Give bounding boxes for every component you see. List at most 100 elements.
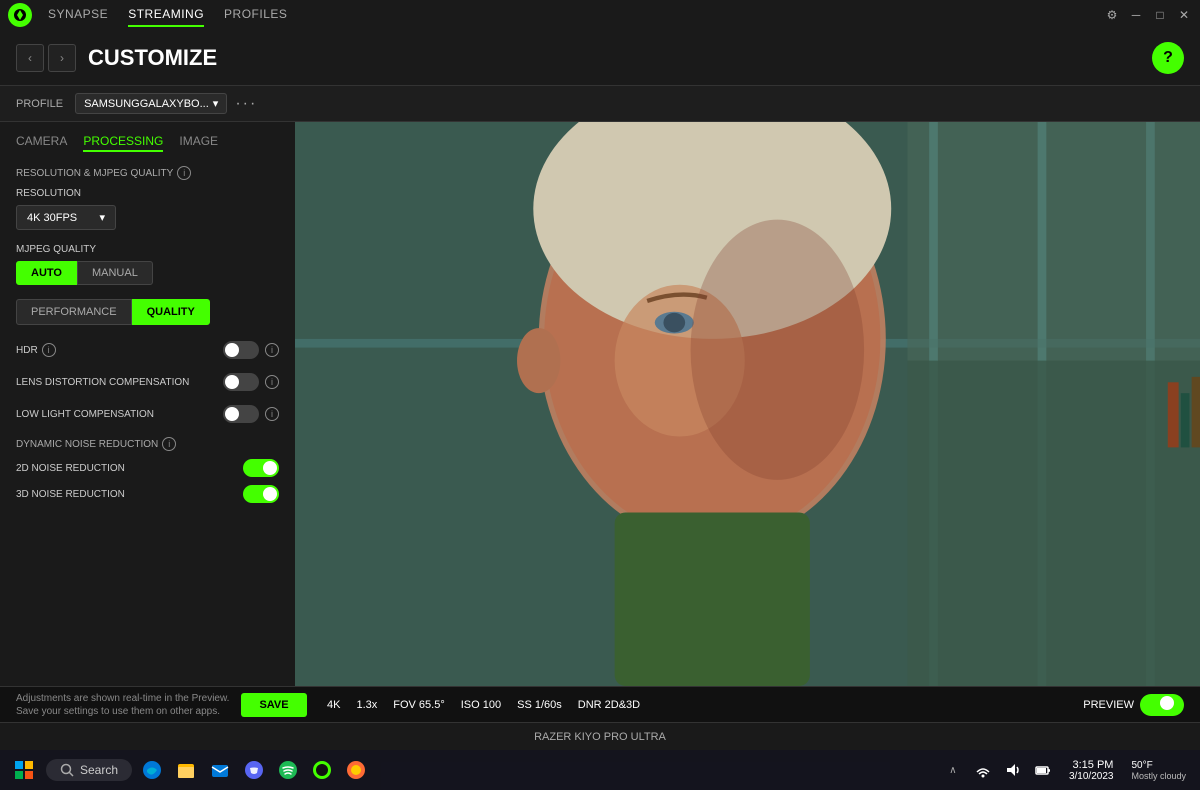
quality-button[interactable]: QUALITY	[132, 299, 210, 325]
taskbar-spotify-icon[interactable]	[274, 756, 302, 784]
low-light-toggle-row: i	[223, 405, 279, 423]
dnr-3d-row: 3D NOISE REDUCTION	[16, 485, 279, 503]
tab-processing[interactable]: PROCESSING	[83, 134, 163, 152]
mjpeg-toggle-group: AUTO MANUAL	[16, 261, 279, 285]
lens-distortion-label: LENS DISTORTION COMPENSATION	[16, 377, 189, 388]
save-button[interactable]: SAVE	[241, 693, 306, 717]
camera-name-bar: RAZER KIYO PRO ULTRA	[0, 722, 1200, 750]
nav-streaming[interactable]: STREAMING	[128, 3, 204, 27]
preview-toggle[interactable]	[1140, 694, 1184, 716]
weather-temp: 50°F	[1131, 760, 1186, 771]
dnr-label: DYNAMIC NOISE REDUCTION i	[16, 437, 279, 451]
lens-distortion-info-icon[interactable]: i	[265, 375, 279, 389]
low-light-row: LOW LIGHT COMPENSATION i	[16, 405, 279, 423]
preview-svg	[295, 122, 1200, 686]
hdr-toggle-row: i	[223, 341, 279, 359]
taskbar-search[interactable]: Search	[46, 759, 132, 781]
stat-iso: ISO 100	[461, 699, 501, 711]
tab-camera[interactable]: CAMERA	[16, 134, 67, 152]
clock-date: 3/10/2023	[1069, 771, 1114, 782]
performance-button[interactable]: PERFORMANCE	[16, 299, 132, 325]
taskbar-right: ∧ 3:15 PM 3/10/2023 50°F Mostly cloudy	[939, 756, 1192, 784]
clock-time: 3:15 PM	[1069, 759, 1114, 771]
maximize-icon[interactable]: □	[1152, 7, 1168, 23]
taskbar: Search ∧ 3:15	[0, 750, 1200, 790]
chevron-down-icon: ▾	[99, 211, 105, 224]
taskbar-discord-icon[interactable]	[240, 756, 268, 784]
lens-distortion-toggle-row: i	[223, 373, 279, 391]
speaker-icon[interactable]	[999, 756, 1027, 784]
stat-dnr: DNR 2D&3D	[578, 699, 640, 711]
hdr-help-icon[interactable]: i	[265, 343, 279, 357]
profile-dropdown[interactable]: SAMSUNGGALAXYBO... ▾	[75, 93, 227, 114]
profile-name: SAMSUNGGALAXYBO...	[84, 98, 209, 110]
hdr-label: HDR i	[16, 343, 56, 357]
chevron-down-icon: ▾	[213, 97, 219, 110]
help-button[interactable]: ?	[1152, 42, 1184, 74]
dnr-3d-toggle[interactable]	[243, 485, 279, 503]
dnr-2d-toggle[interactable]	[243, 459, 279, 477]
resolution-dropdown[interactable]: 4K 30FPS ▾	[16, 205, 116, 230]
search-text: Search	[80, 763, 118, 777]
low-light-label: LOW LIGHT COMPENSATION	[16, 409, 154, 420]
taskbar-browser-icon[interactable]	[342, 756, 370, 784]
close-icon[interactable]: ✕	[1176, 7, 1192, 23]
header-bar: ‹ › CUSTOMIZE ?	[0, 30, 1200, 86]
hdr-toggle[interactable]	[223, 341, 259, 359]
section-tabs: CAMERA PROCESSING IMAGE	[16, 134, 279, 152]
dnr-2d-row: 2D NOISE REDUCTION	[16, 459, 279, 477]
dnr-info-icon[interactable]: i	[162, 437, 176, 451]
low-light-toggle[interactable]	[223, 405, 259, 423]
nav-arrows: ‹ ›	[16, 44, 76, 72]
page-title: CUSTOMIZE	[88, 45, 1152, 71]
preview-label-row: PREVIEW	[1083, 694, 1184, 716]
back-button[interactable]: ‹	[16, 44, 44, 72]
mjpeg-auto-button[interactable]: AUTO	[16, 261, 77, 285]
taskbar-edge-icon[interactable]	[138, 756, 166, 784]
mjpeg-sub-label: MJPEG QUALITY	[16, 244, 279, 255]
battery-icon[interactable]	[1029, 756, 1057, 784]
stat-resolution: 4K	[327, 699, 340, 711]
window-controls: ⚙ ─ □ ✕	[1104, 7, 1192, 23]
stat-zoom: 1.3x	[356, 699, 377, 711]
forward-button[interactable]: ›	[48, 44, 76, 72]
lens-distortion-row: LENS DISTORTION COMPENSATION i	[16, 373, 279, 391]
hdr-row: HDR i i	[16, 341, 279, 359]
profile-bar: PROFILE SAMSUNGGALAXYBO... ▾ ···	[0, 86, 1200, 122]
camera-preview	[295, 122, 1200, 686]
bottom-left: Adjustments are shown real-time in the P…	[16, 692, 311, 718]
bottom-info-text: Adjustments are shown real-time in the P…	[16, 692, 229, 718]
perf-quality-row: PERFORMANCE QUALITY	[16, 299, 279, 325]
preview-text: PREVIEW	[1083, 699, 1134, 711]
network-icon[interactable]	[969, 756, 997, 784]
main-layout: CAMERA PROCESSING IMAGE RESOLUTION & MJP…	[0, 122, 1200, 686]
weather-widget[interactable]: 50°F Mostly cloudy	[1125, 760, 1192, 781]
clock[interactable]: 3:15 PM 3/10/2023	[1061, 759, 1122, 782]
dnr-section: DYNAMIC NOISE REDUCTION i 2D NOISE REDUC…	[16, 437, 279, 503]
minimize-icon[interactable]: ─	[1128, 7, 1144, 23]
taskbar-mail-icon[interactable]	[206, 756, 234, 784]
taskbar-razer-icon[interactable]	[308, 756, 336, 784]
camera-name: RAZER KIYO PRO ULTRA	[534, 731, 666, 743]
low-light-info-icon[interactable]: i	[265, 407, 279, 421]
nav-synapse[interactable]: SYNAPSE	[48, 3, 108, 27]
mjpeg-manual-button[interactable]: MANUAL	[77, 261, 153, 285]
start-button[interactable]	[8, 754, 40, 786]
tray-chevron[interactable]: ∧	[939, 756, 967, 784]
info-line-1: Adjustments are shown real-time in the P…	[16, 692, 229, 705]
tab-image[interactable]: IMAGE	[179, 134, 218, 152]
resolution-info-icon[interactable]: i	[177, 166, 191, 180]
bottom-right: 4K 1.3x FOV 65.5° ISO 100 SS 1/60s DNR 2…	[311, 694, 1184, 716]
resolution-sub-label: RESOLUTION	[16, 188, 279, 199]
taskbar-files-icon[interactable]	[172, 756, 200, 784]
title-bar: SYNAPSE STREAMING PROFILES ⚙ ─ □ ✕	[0, 0, 1200, 30]
settings-icon[interactable]: ⚙	[1104, 7, 1120, 23]
razer-logo	[8, 3, 32, 27]
resolution-mjpeg-section-label: RESOLUTION & MJPEG QUALITY i	[16, 166, 279, 180]
profile-more-button[interactable]: ···	[235, 95, 257, 113]
nav-profiles[interactable]: PROFILES	[224, 3, 287, 27]
hdr-info-icon[interactable]: i	[42, 343, 56, 357]
camera-preview-panel	[295, 122, 1200, 686]
system-tray: ∧	[939, 756, 1057, 784]
lens-distortion-toggle[interactable]	[223, 373, 259, 391]
